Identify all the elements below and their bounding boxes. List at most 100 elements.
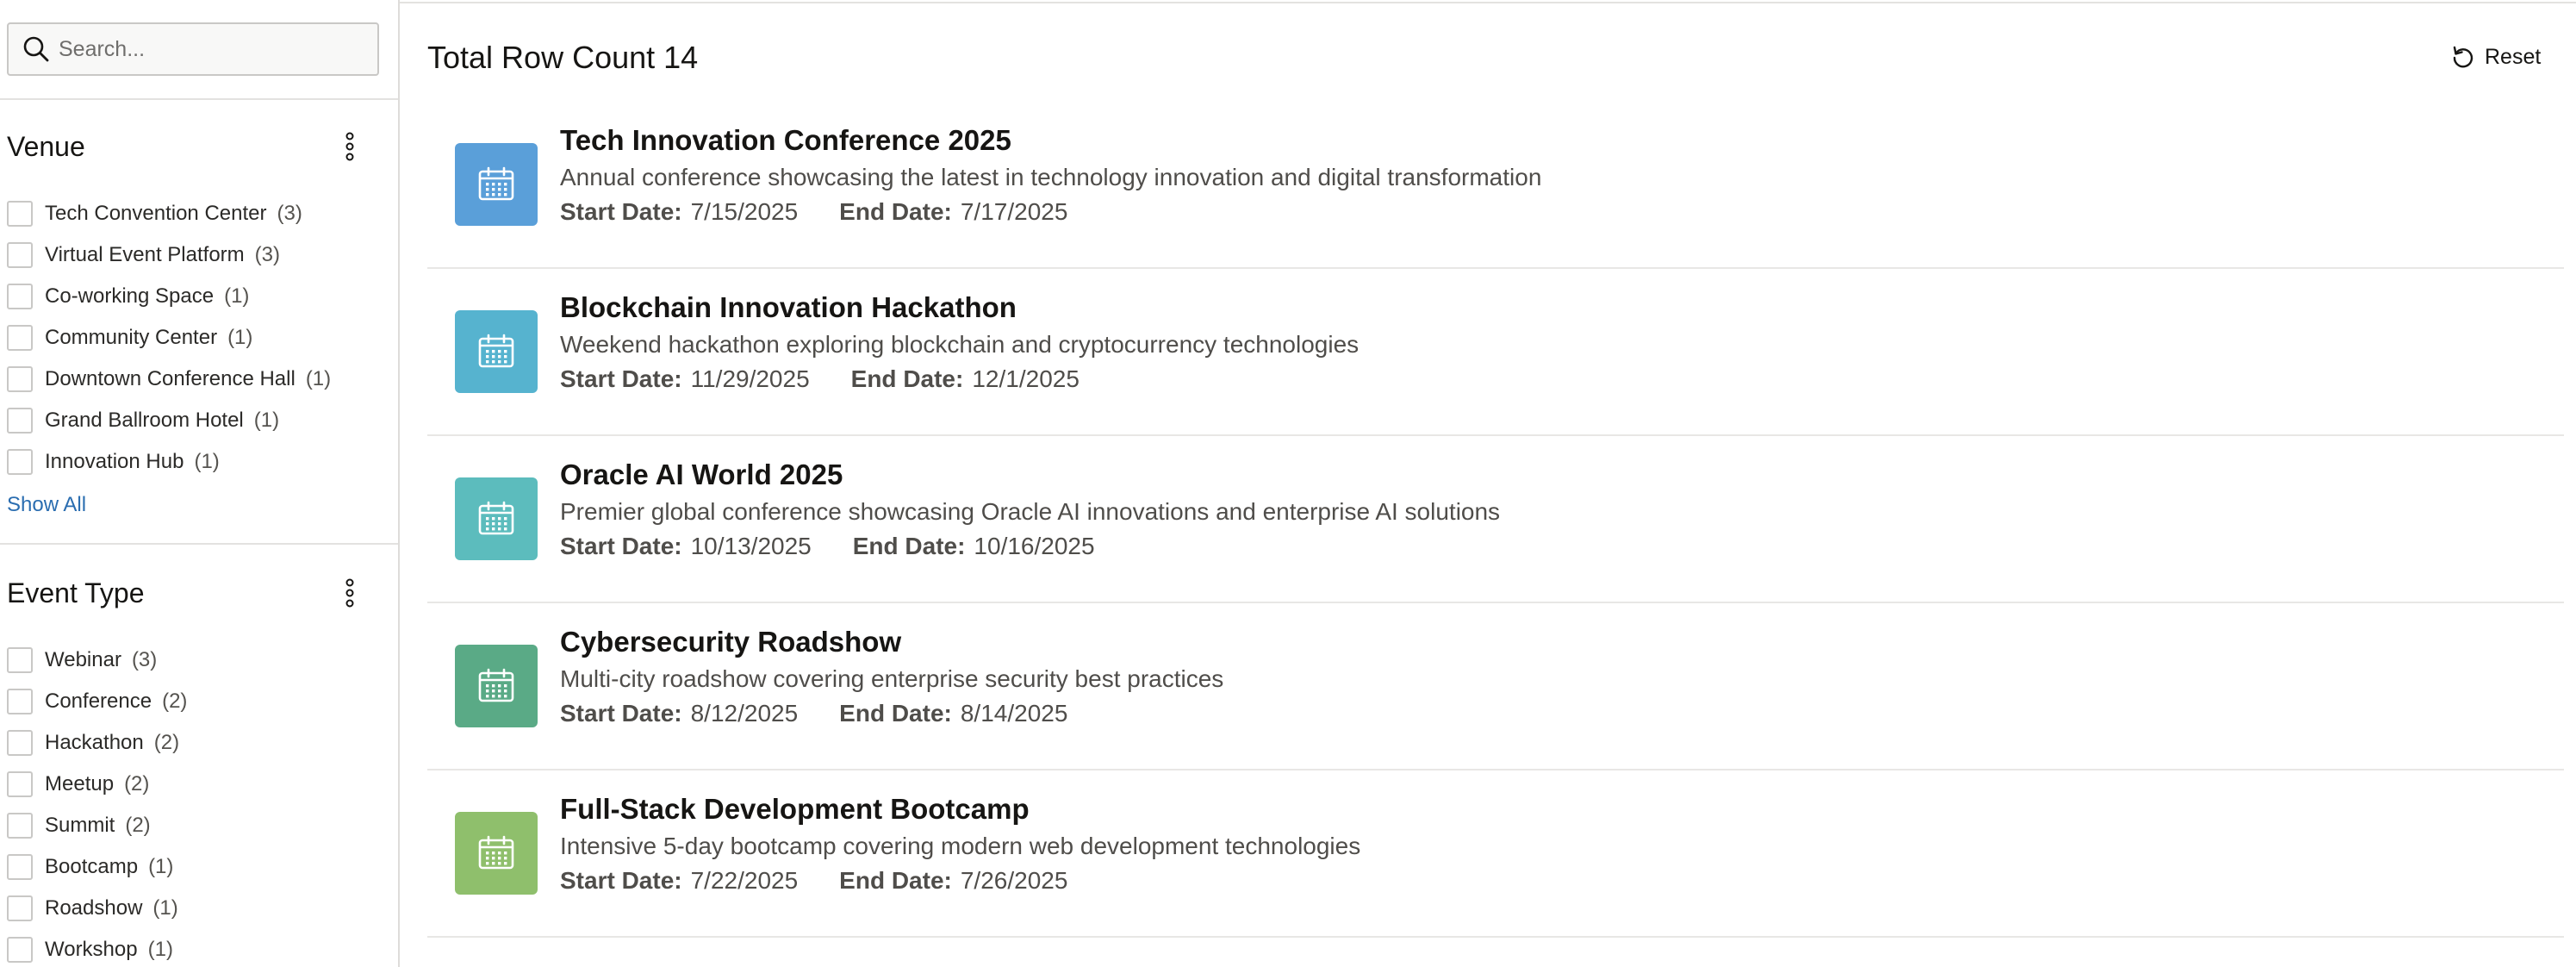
search-icon bbox=[19, 32, 53, 66]
filter-checkbox[interactable] bbox=[7, 366, 33, 392]
event-type-more-actions-button[interactable] bbox=[333, 576, 367, 610]
filter-option[interactable]: Summit (2) bbox=[7, 810, 151, 841]
divider bbox=[0, 543, 398, 545]
filter-checkbox[interactable] bbox=[7, 895, 33, 921]
end-date-label: End Date: bbox=[839, 198, 952, 225]
filter-option[interactable]: Co-working Space (1) bbox=[7, 281, 249, 312]
filter-checkbox[interactable] bbox=[7, 284, 33, 309]
filter-option[interactable]: Downtown Conference Hall (1) bbox=[7, 364, 331, 395]
filter-checkbox[interactable] bbox=[7, 242, 33, 268]
filter-option-label: Roadshow bbox=[45, 896, 143, 920]
calendar-icon bbox=[476, 499, 516, 539]
filter-checkbox[interactable] bbox=[7, 730, 33, 756]
start-date-value: 10/13/2025 bbox=[690, 533, 812, 559]
filter-checkbox[interactable] bbox=[7, 854, 33, 880]
filter-option-count: (1) bbox=[147, 938, 173, 961]
event-tile bbox=[455, 310, 538, 393]
filter-checkbox[interactable] bbox=[7, 689, 33, 714]
start-date-value: 11/29/2025 bbox=[690, 365, 810, 392]
filter-checkbox[interactable] bbox=[7, 937, 33, 963]
end-date-value: 7/17/2025 bbox=[960, 198, 1068, 225]
filter-option-count: (2) bbox=[162, 689, 188, 713]
more-vertical-icon bbox=[345, 132, 354, 161]
filter-option[interactable]: Virtual Event Platform (3) bbox=[7, 240, 280, 271]
filter-checkbox[interactable] bbox=[7, 408, 33, 434]
filter-checkbox[interactable] bbox=[7, 201, 33, 227]
filter-checkbox[interactable] bbox=[7, 647, 33, 673]
results-panel: Total Row Count 14 Reset Tech Innovation… bbox=[401, 0, 2576, 967]
end-date-label: End Date: bbox=[839, 700, 952, 727]
more-vertical-icon bbox=[345, 578, 354, 608]
end-date-value: 12/1/2025 bbox=[972, 365, 1080, 392]
filter-checkbox[interactable] bbox=[7, 325, 33, 351]
filter-option-label: Grand Ballroom Hotel bbox=[45, 409, 244, 432]
event-description: Multi-city roadshow covering enterprise … bbox=[560, 665, 1224, 692]
event-card[interactable]: Blockchain Innovation Hackathon Weekend h… bbox=[427, 269, 2564, 436]
event-title[interactable]: Oracle AI World 2025 bbox=[560, 459, 843, 491]
filter-option-count: (2) bbox=[125, 814, 151, 837]
filter-option-count: (2) bbox=[124, 772, 150, 795]
filter-option[interactable]: Webinar (3) bbox=[7, 645, 157, 676]
event-tile bbox=[455, 645, 538, 727]
event-description: Intensive 5-day bootcamp covering modern… bbox=[560, 833, 1361, 859]
filter-option-label: Hackathon bbox=[45, 731, 144, 754]
filter-option[interactable]: Community Center (1) bbox=[7, 322, 252, 353]
calendar-icon bbox=[476, 833, 516, 873]
start-date-value: 7/15/2025 bbox=[690, 198, 799, 225]
divider bbox=[0, 98, 398, 100]
filter-checkbox[interactable] bbox=[7, 771, 33, 797]
filter-option[interactable]: Meetup (2) bbox=[7, 769, 149, 800]
filter-option-count: (1) bbox=[194, 450, 220, 473]
reset-button[interactable]: Reset bbox=[2450, 41, 2541, 72]
reset-label: Reset bbox=[2485, 44, 2542, 69]
filter-checkbox[interactable] bbox=[7, 449, 33, 475]
filter-sidebar: Venue Tech Convention Center(3) Virtual E… bbox=[0, 0, 400, 967]
filter-option-count: (1) bbox=[152, 896, 178, 920]
filter-option[interactable]: Innovation Hub (1) bbox=[7, 446, 220, 477]
calendar-icon bbox=[476, 666, 516, 706]
filter-option[interactable]: Tech Convention Center (3) bbox=[7, 198, 302, 229]
filter-option[interactable]: Grand Ballroom Hotel (1) bbox=[7, 405, 279, 436]
filter-option[interactable]: Workshop (1) bbox=[7, 934, 173, 965]
event-dates: Start Date: 7/22/2025 End Date: 7/26/2025 bbox=[560, 867, 1067, 895]
filter-option-count: (1) bbox=[253, 409, 280, 432]
end-date-value: 8/14/2025 bbox=[960, 700, 1068, 727]
event-description: Weekend hackathon exploring blockchain a… bbox=[560, 331, 1360, 358]
filter-option[interactable]: Bootcamp (1) bbox=[7, 852, 173, 883]
calendar-icon bbox=[476, 332, 516, 371]
filter-checkbox[interactable] bbox=[7, 813, 33, 839]
event-card[interactable]: Full-Stack Development Bootcamp Intensive… bbox=[427, 770, 2564, 938]
show-all-link[interactable]: Show All bbox=[7, 493, 86, 517]
filter-option[interactable]: Conference (2) bbox=[7, 686, 187, 717]
event-title[interactable]: Blockchain Innovation Hackathon bbox=[560, 291, 1017, 324]
end-date-label: End Date: bbox=[852, 533, 966, 559]
event-dates: Start Date: 8/12/2025 End Date: 8/14/2025 bbox=[560, 700, 1067, 727]
facet-title-venue: Venue bbox=[7, 131, 85, 162]
event-title[interactable]: Tech Innovation Conference 2025 bbox=[560, 124, 1011, 157]
event-card[interactable]: Oracle AI World 2025 Premier global confe… bbox=[427, 436, 2564, 603]
event-tile bbox=[455, 477, 538, 560]
search-input[interactable] bbox=[59, 36, 369, 62]
event-title[interactable]: Cybersecurity Roadshow bbox=[560, 626, 901, 658]
end-date-value: 7/26/2025 bbox=[960, 867, 1068, 894]
calendar-icon bbox=[476, 165, 516, 204]
filter-option[interactable]: Hackathon (2) bbox=[7, 727, 179, 758]
filter-option-label: Bootcamp bbox=[45, 855, 139, 878]
venue-more-actions-button[interactable] bbox=[333, 129, 367, 164]
end-date-value: 10/16/2025 bbox=[974, 533, 1095, 559]
event-card[interactable]: Cybersecurity Roadshow Multi-city roadsho… bbox=[427, 603, 2564, 770]
filter-option-label: Conference bbox=[45, 689, 152, 713]
start-date-label: Start Date: bbox=[560, 198, 682, 225]
event-card[interactable]: Tech Innovation Conference 2025 Annual co… bbox=[427, 102, 2564, 269]
event-description: Premier global conference showcasing Ora… bbox=[560, 498, 1501, 525]
facet-title-event-type: Event Type bbox=[7, 577, 145, 608]
start-date-value: 7/22/2025 bbox=[690, 867, 799, 894]
start-date-label: Start Date: bbox=[560, 365, 682, 392]
event-title[interactable]: Full-Stack Development Bootcamp bbox=[560, 793, 1030, 826]
search-box[interactable] bbox=[7, 22, 379, 76]
filter-option-label: Summit bbox=[45, 814, 115, 837]
filter-option[interactable]: Roadshow (1) bbox=[7, 893, 178, 924]
event-tile bbox=[455, 812, 538, 895]
filter-option-label: Virtual Event Platform bbox=[45, 243, 245, 266]
filter-option-label: Webinar bbox=[45, 648, 121, 671]
